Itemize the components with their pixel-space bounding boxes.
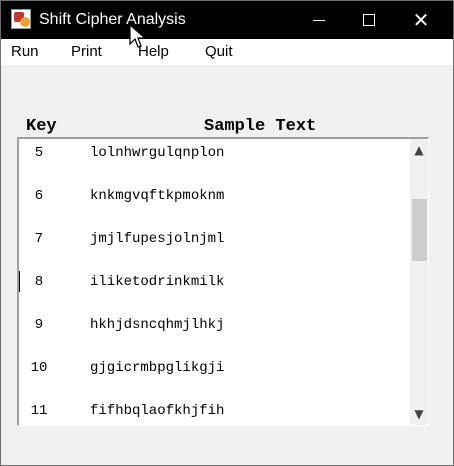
key-column-header: Key [26, 117, 57, 136]
sample-text: lolnhwrgulqnplon [90, 145, 225, 161]
key-value: 11 [30, 403, 48, 419]
maximize-button[interactable] [344, 1, 394, 39]
menu-bar: Run Print Help Quit [1, 39, 453, 65]
sample-text: knkmgvqftkpmoknm [90, 188, 225, 204]
list-item: 10 gjgicrmbpglikgji [19, 360, 409, 380]
close-button[interactable]: ✕ [396, 1, 446, 39]
key-value: 5 [34, 145, 44, 161]
sample-text: jmjlfupesjolnjml [90, 231, 225, 247]
app-window: Shift Cipher Analysis ✕ Run Print Help Q… [0, 0, 454, 466]
results-list[interactable]: 5 lolnhwrgulqnplon 6 knkmgvqftkpmoknm 7 … [17, 137, 429, 426]
sample-text: gjgicrmbpglikgji [90, 360, 225, 376]
mouse-cursor-icon [129, 24, 147, 48]
key-value: 10 [30, 360, 48, 376]
sample-text: fifhbqlaofkhjfih [90, 403, 225, 419]
list-item: 5 lolnhwrgulqnplon [19, 145, 409, 165]
sample-text: iliketodrinkmilk [90, 274, 225, 290]
minimize-button[interactable] [294, 1, 344, 39]
window-title: Shift Cipher Analysis [39, 11, 186, 28]
key-value: 6 [34, 188, 44, 204]
list-item: 6 knkmgvqftkpmoknm [19, 188, 409, 208]
scroll-down-icon[interactable]: ▼ [410, 405, 428, 423]
vertical-scrollbar[interactable]: ▲ ▼ [410, 139, 428, 425]
key-value: 8 [34, 274, 44, 290]
list-item: 11 fifhbqlaofkhjfih [19, 403, 409, 423]
menu-print[interactable]: Print [71, 43, 102, 60]
title-bar[interactable]: Shift Cipher Analysis ✕ [1, 1, 453, 39]
close-icon: ✕ [412, 8, 430, 32]
list-item: 8 iliketodrinkmilk [19, 274, 409, 294]
minimize-icon [313, 19, 325, 21]
menu-quit[interactable]: Quit [205, 43, 233, 60]
scroll-up-icon[interactable]: ▲ [410, 141, 428, 159]
key-value: 7 [34, 231, 44, 247]
scrollbar-thumb[interactable] [412, 199, 427, 261]
app-icon [11, 9, 31, 29]
list-item: 9 hkhjdsncqhmjlhkj [19, 317, 409, 337]
key-value: 9 [34, 317, 44, 333]
menu-run[interactable]: Run [11, 43, 39, 60]
sample-text: hkhjdsncqhmjlhkj [90, 317, 225, 333]
list-item: 7 jmjlfupesjolnjml [19, 231, 409, 251]
sample-column-header: Sample Text [204, 117, 317, 136]
maximize-icon [363, 14, 375, 26]
